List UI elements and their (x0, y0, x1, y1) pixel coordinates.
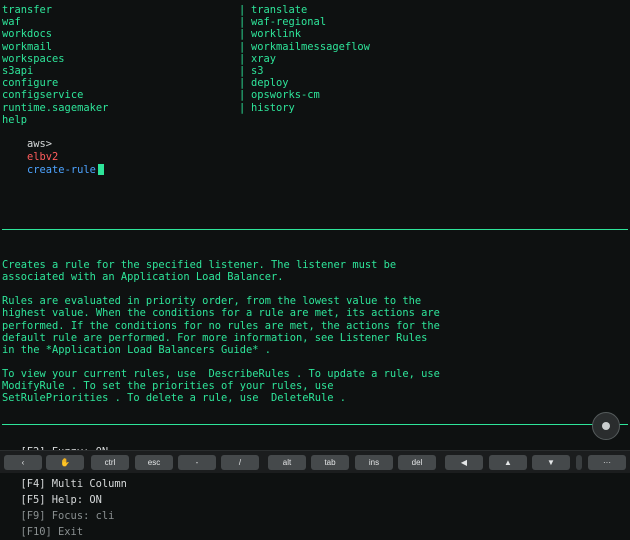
extra-keys-bar: ‹ ✋ ctrl esc - / alt tab ins del ◀ ▲ ▼ ·… (0, 450, 630, 473)
help-text-line: Creates a rule for the specified listene… (2, 259, 397, 271)
completion-item[interactable]: waf (2, 16, 21, 28)
more-keys-icon[interactable]: ··· (588, 455, 626, 470)
help-text-line: Rules are evaluated in priority order, f… (2, 295, 422, 308)
help-text-line: performed. If the conditions for no rule… (2, 319, 440, 332)
status-exit[interactable]: [F10] Exit (21, 524, 84, 540)
tab-key[interactable]: tab (311, 455, 349, 470)
column-separator: | (239, 77, 246, 90)
status-multi-column[interactable]: [F4] Multi Column (21, 476, 127, 492)
terminal[interactable]: transfer | translate waf | waf-regional workdo… (0, 0, 630, 450)
completion-item[interactable]: s3 (251, 65, 264, 77)
completion-item[interactable]: workmailmessageflow (251, 41, 370, 53)
column-separator: | (239, 40, 246, 53)
help-text-line: To view your current rules, use Describe… (2, 367, 440, 380)
completion-item[interactable]: configservice (2, 89, 83, 101)
column-separator: | (239, 89, 246, 102)
prompt-label: aws> (27, 138, 53, 150)
column-separator: | (239, 101, 246, 114)
help-text-line: default rule are performed. For more inf… (2, 331, 428, 344)
ins-key[interactable]: ins (355, 455, 393, 470)
command-prompt[interactable]: aws> elbv2 create-rule (2, 125, 104, 176)
esc-key[interactable]: esc (135, 455, 173, 470)
arrow-left-icon[interactable]: ◀ (445, 455, 483, 470)
ctrl-key[interactable]: ctrl (91, 455, 129, 470)
alt-key[interactable]: alt (268, 455, 306, 470)
completion-item[interactable]: runtime.sagemaker (2, 102, 108, 114)
completion-item[interactable]: workdocs (2, 28, 52, 40)
status-toolbar: [F2] Fuzzy: ON [F3] Keys: Vi [F4] Multi … (0, 428, 630, 538)
column-separator: | (239, 16, 246, 29)
completion-item[interactable]: worklink (251, 28, 301, 40)
help-text-line: SetRulePriorities . To delete a rule, us… (2, 392, 347, 405)
del-key[interactable]: del (398, 455, 436, 470)
navigation-joystick-icon[interactable] (592, 412, 620, 440)
column-separator: | (239, 28, 246, 41)
completion-item[interactable]: configure (2, 77, 58, 89)
command-service: elbv2 (27, 151, 59, 163)
completion-item[interactable]: help (2, 114, 27, 126)
column-separator: | (239, 65, 246, 77)
key-divider (576, 455, 582, 470)
completion-item[interactable]: workmail (2, 41, 52, 53)
help-text-line: highest value. When the conditions for a… (2, 307, 440, 320)
help-text-line: ModifyRule . To set the priorities of yo… (2, 380, 334, 392)
gesture-hand-icon[interactable]: ✋ (46, 455, 84, 470)
completion-item[interactable]: waf-regional (251, 16, 326, 28)
command-operation: create-rule (27, 164, 96, 176)
column-separator: | (239, 52, 246, 65)
arrow-up-icon[interactable]: ▲ (489, 455, 527, 470)
completion-item[interactable]: transfer (2, 4, 52, 16)
help-text-line: associated with an Application Load Bala… (2, 271, 284, 284)
text-cursor (97, 164, 104, 175)
completion-item[interactable]: deploy (251, 77, 289, 89)
completion-item[interactable]: opsworks-cm (251, 89, 320, 101)
completion-item[interactable]: s3api (2, 65, 33, 77)
completion-item[interactable]: xray (251, 53, 276, 65)
status-focus[interactable]: [F9] Focus: cli (21, 508, 115, 524)
status-help[interactable]: [F5] Help: ON (21, 492, 102, 508)
back-key[interactable]: ‹ (4, 455, 42, 470)
dash-key[interactable]: - (178, 455, 216, 470)
arrow-down-icon[interactable]: ▼ (532, 455, 570, 470)
completion-item[interactable]: translate (251, 4, 307, 16)
column-separator: | (239, 4, 246, 16)
completion-item[interactable]: history (251, 102, 295, 114)
help-divider-top (2, 229, 628, 230)
help-text-line: in the *Application Load Balancers Guide… (2, 343, 271, 356)
slash-key[interactable]: / (221, 455, 259, 470)
completion-item[interactable]: workspaces (2, 53, 65, 65)
help-divider-bottom (2, 424, 628, 425)
